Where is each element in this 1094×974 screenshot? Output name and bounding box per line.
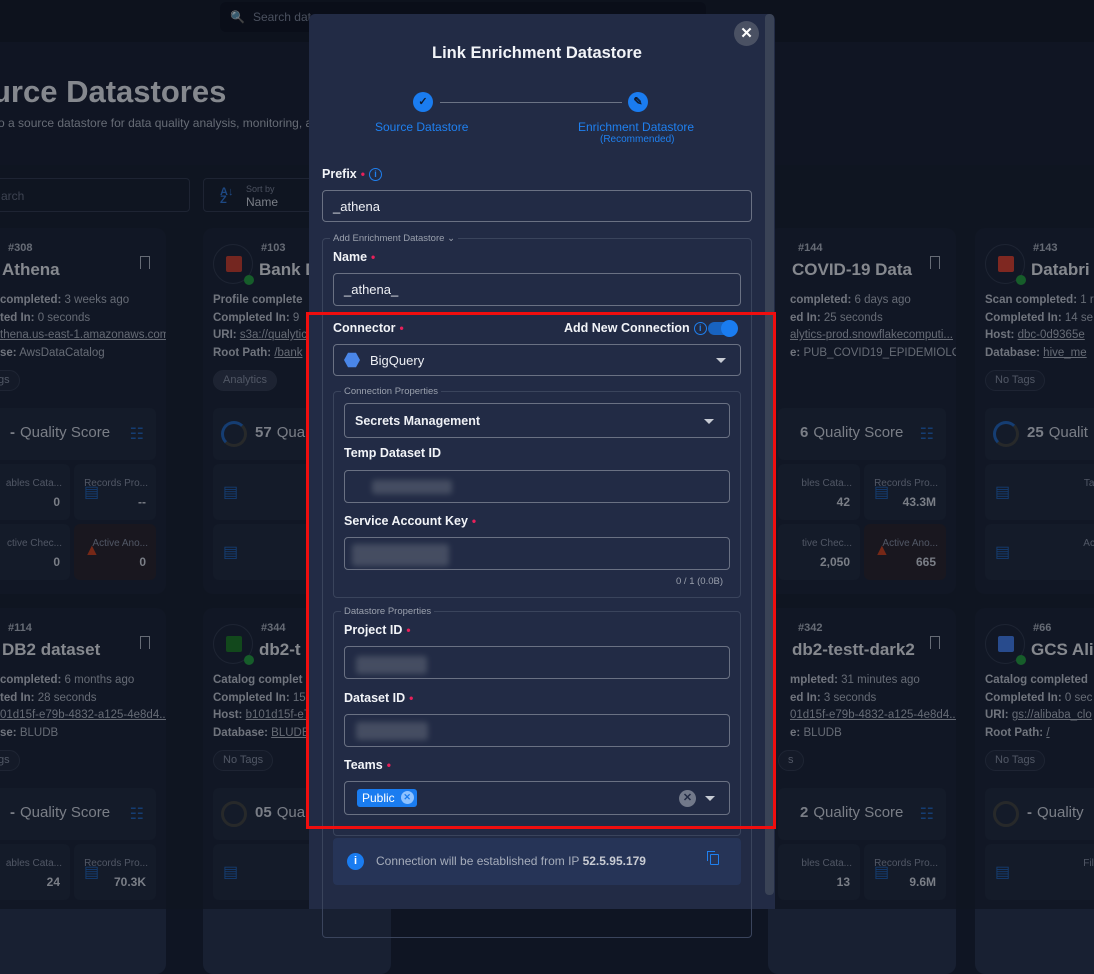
team-chip-label: Public xyxy=(362,791,395,805)
add-new-connection-label: Add New Connection i xyxy=(564,321,707,336)
project-id-label: Project ID • xyxy=(344,623,411,637)
toggle-knob xyxy=(721,320,738,337)
step-enrichment-edit-icon: ✎ xyxy=(628,92,648,112)
clear-all-icon[interactable]: ✕ xyxy=(679,790,696,807)
caret-down-icon xyxy=(704,419,714,424)
connector-label: Connector • xyxy=(333,321,404,335)
required-marker: • xyxy=(360,167,365,181)
step-enrichment-sublabel: (Recommended) xyxy=(600,134,675,145)
connector-select[interactable]: BigQuery xyxy=(333,344,741,376)
stepper-connector xyxy=(440,102,622,103)
temp-dataset-id-label: Temp Dataset ID xyxy=(344,446,442,460)
step-source-check-icon: ✓ xyxy=(413,92,433,112)
auth-method-value: Secrets Management xyxy=(355,413,481,428)
modal-scrollbar[interactable] xyxy=(765,14,774,895)
required-marker: • xyxy=(471,514,477,528)
ip-notice-text: Connection will be established from IP 5… xyxy=(376,854,646,868)
add-enrichment-legend[interactable]: Add Enrichment Datastore ⌄ xyxy=(330,233,459,244)
step-enrichment-label: Enrichment Datastore xyxy=(578,120,695,134)
remove-chip-icon[interactable]: ✕ xyxy=(400,791,414,804)
redacted-value xyxy=(356,656,427,674)
close-icon: ✕ xyxy=(740,25,753,42)
prefix-input[interactable]: _athena xyxy=(322,190,752,222)
chevron-down-icon: ⌄ xyxy=(447,233,456,244)
service-account-key-label: Service Account Key • xyxy=(344,514,477,528)
info-icon[interactable]: i xyxy=(368,168,382,182)
required-marker: • xyxy=(386,758,391,772)
modal-title: Link Enrichment Datastore xyxy=(432,44,642,62)
connection-properties-legend: Connection Properties xyxy=(341,386,441,397)
caret-down-icon xyxy=(716,358,726,363)
file-size-counter: 0 / 1 (0.0B) xyxy=(676,576,723,587)
step-source-label: Source Datastore xyxy=(375,120,469,134)
caret-down-icon xyxy=(705,796,715,801)
required-marker: • xyxy=(406,623,411,637)
redacted-value xyxy=(352,544,449,566)
info-icon: i xyxy=(347,853,364,870)
auth-method-select[interactable]: Secrets Management xyxy=(344,403,730,438)
prefix-label: Prefix • i xyxy=(322,167,382,182)
required-marker: • xyxy=(371,250,376,264)
close-button[interactable]: ✕ xyxy=(734,21,759,46)
required-marker: • xyxy=(399,321,404,335)
dataset-id-label: Dataset ID • xyxy=(344,691,414,705)
connector-value: BigQuery xyxy=(370,352,425,368)
datastore-properties-legend: Datastore Properties xyxy=(341,606,435,617)
ip-address: 52.5.95.179 xyxy=(582,854,646,868)
bigquery-icon xyxy=(344,352,360,368)
name-value: _athena_ xyxy=(344,282,399,297)
redacted-value xyxy=(372,480,452,494)
redacted-value xyxy=(356,722,428,740)
ip-notice-banner: i Connection will be established from IP… xyxy=(333,838,741,885)
info-icon[interactable]: i xyxy=(693,322,707,336)
add-new-connection-toggle[interactable] xyxy=(708,320,738,337)
prefix-value: _athena xyxy=(333,198,380,214)
team-chip-public: Public ✕ xyxy=(357,789,417,807)
teams-label: Teams • xyxy=(344,758,391,772)
copy-icon[interactable] xyxy=(707,851,719,865)
name-label: Name • xyxy=(333,250,376,264)
name-input[interactable]: _athena_ xyxy=(333,273,741,306)
required-marker: • xyxy=(409,691,414,705)
